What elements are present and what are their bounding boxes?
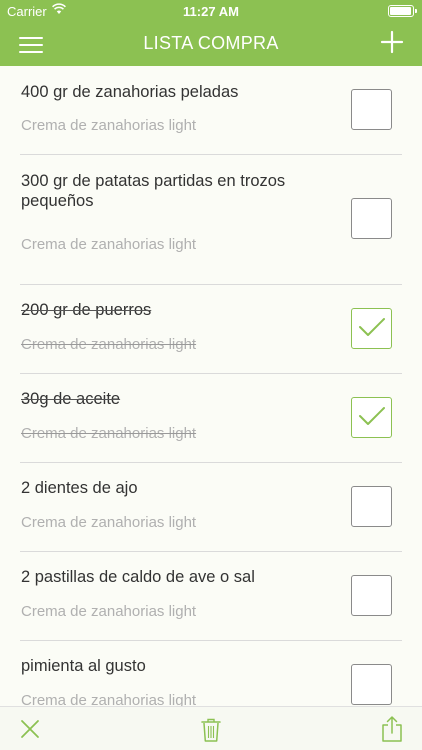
close-x-icon[interactable] — [18, 717, 42, 741]
item-recipe: Crema de zanahorias light — [21, 603, 197, 620]
list-item: 400 gr de zanahorias peladas Crema de za… — [0, 66, 422, 155]
item-checkbox[interactable] — [351, 575, 392, 616]
shopping-list-screen: Carrier 11:27 AM LISTA COMPRA 400 gr de … — [0, 0, 422, 750]
list-item: pimienta al gusto Crema de zanahorias li… — [0, 641, 422, 706]
item-checkbox[interactable] — [351, 89, 392, 130]
item-name: 2 pastillas de caldo de ave o sal — [21, 568, 255, 586]
top-bar: Carrier 11:27 AM LISTA COMPRA — [0, 0, 422, 66]
item-name: 300 gr de patatas partidas en trozos peq… — [21, 172, 286, 210]
checkmark-icon — [359, 318, 385, 336]
item-recipe: Crema de zanahorias light — [21, 336, 197, 353]
list-item: 30g de aceite Crema de zanahorias light — [0, 374, 422, 463]
item-name: 2 dientes de ajo — [21, 479, 138, 497]
item-checkbox[interactable] — [351, 664, 392, 705]
item-recipe: Crema de zanahorias light — [21, 514, 197, 531]
item-recipe: Crema de zanahorias light — [21, 425, 197, 442]
item-recipe: Crema de zanahorias light — [21, 692, 197, 706]
status-bar: Carrier 11:27 AM — [0, 0, 422, 22]
item-checkbox[interactable] — [351, 397, 392, 438]
ingredient-list: 400 gr de zanahorias peladas Crema de za… — [0, 66, 422, 706]
item-name: 200 gr de puerros — [21, 301, 152, 319]
list-item: 2 pastillas de caldo de ave o sal Crema … — [0, 552, 422, 641]
battery-icon — [388, 5, 417, 17]
item-recipe: Crema de zanahorias light — [21, 236, 197, 253]
item-name: 30g de aceite — [21, 390, 121, 408]
checkmark-icon — [359, 407, 385, 425]
item-name: pimienta al gusto — [21, 657, 146, 675]
share-icon[interactable] — [380, 715, 404, 742]
list-item: 2 dientes de ajo Crema de zanahorias lig… — [0, 463, 422, 552]
item-checkbox[interactable] — [351, 308, 392, 349]
item-recipe: Crema de zanahorias light — [21, 117, 197, 134]
status-time: 11:27 AM — [183, 4, 239, 19]
item-name: 400 gr de zanahorias peladas — [21, 83, 239, 101]
trash-icon[interactable] — [199, 717, 223, 742]
navigation-bar: LISTA COMPRA — [0, 22, 422, 66]
item-checkbox[interactable] — [351, 486, 392, 527]
plus-icon[interactable] — [380, 30, 404, 54]
page-title: LISTA COMPRA — [143, 33, 279, 53]
list-item: 200 gr de puerros Crema de zanahorias li… — [0, 285, 422, 374]
item-checkbox[interactable] — [351, 198, 392, 239]
list-item: 300 gr de patatas partidas en trozos peq… — [0, 155, 422, 285]
bottom-toolbar — [0, 706, 422, 750]
